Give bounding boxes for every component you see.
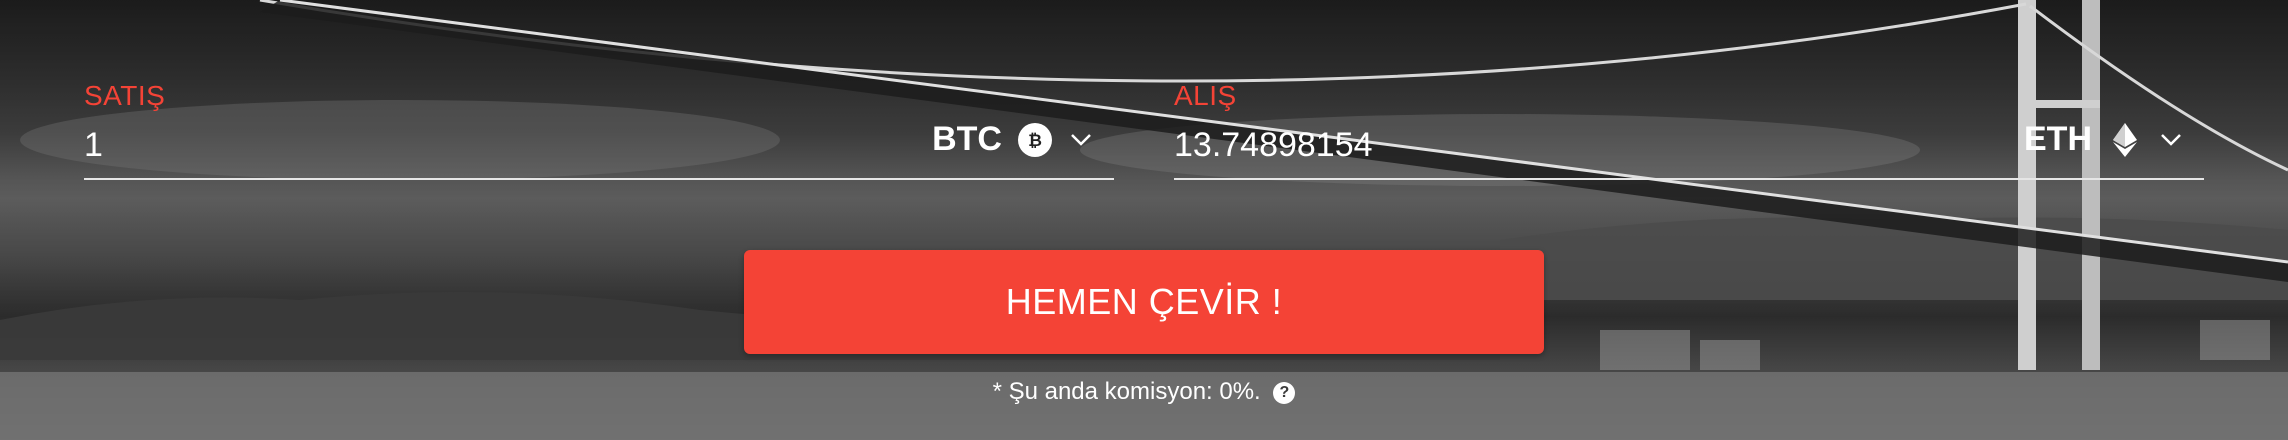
buy-field[interactable]: ALIŞ 13.74898154 ETH — [1174, 74, 2204, 180]
sell-currency-select[interactable]: BTC ₿ — [932, 120, 1094, 159]
commission-note: * Şu anda komisyon: 0%. ? — [0, 378, 2288, 406]
chevron-down-icon[interactable] — [1068, 127, 1094, 153]
sell-label: SATIŞ — [84, 80, 166, 111]
chevron-down-icon[interactable] — [2158, 127, 2184, 153]
sell-field[interactable]: SATIŞ 1 BTC ₿ — [84, 74, 1114, 180]
background-bridge-image — [0, 0, 2288, 440]
exchange-hero: SATIŞ 1 BTC ₿ ALIŞ 13.74898154 ETH HEMEN… — [0, 0, 2288, 440]
commission-text: * Şu anda komisyon: 0%. — [992, 378, 1261, 405]
buy-currency-code: ETH — [2024, 120, 2092, 158]
sell-currency-code: BTC — [932, 120, 1002, 158]
ethereum-icon — [2108, 122, 2142, 157]
question-circle-icon[interactable]: ? — [1273, 381, 1296, 404]
buy-currency-select[interactable]: ETH — [2024, 120, 2184, 159]
buy-amount-output[interactable]: 13.74898154 — [1174, 126, 1373, 165]
convert-now-button[interactable]: HEMEN ÇEVİR ! — [744, 250, 1544, 354]
bitcoin-icon: ₿ — [1018, 122, 1052, 157]
buy-label: ALIŞ — [1174, 80, 1237, 111]
sell-amount-input[interactable]: 1 — [84, 126, 103, 165]
svg-text:₿: ₿ — [1028, 131, 1042, 151]
